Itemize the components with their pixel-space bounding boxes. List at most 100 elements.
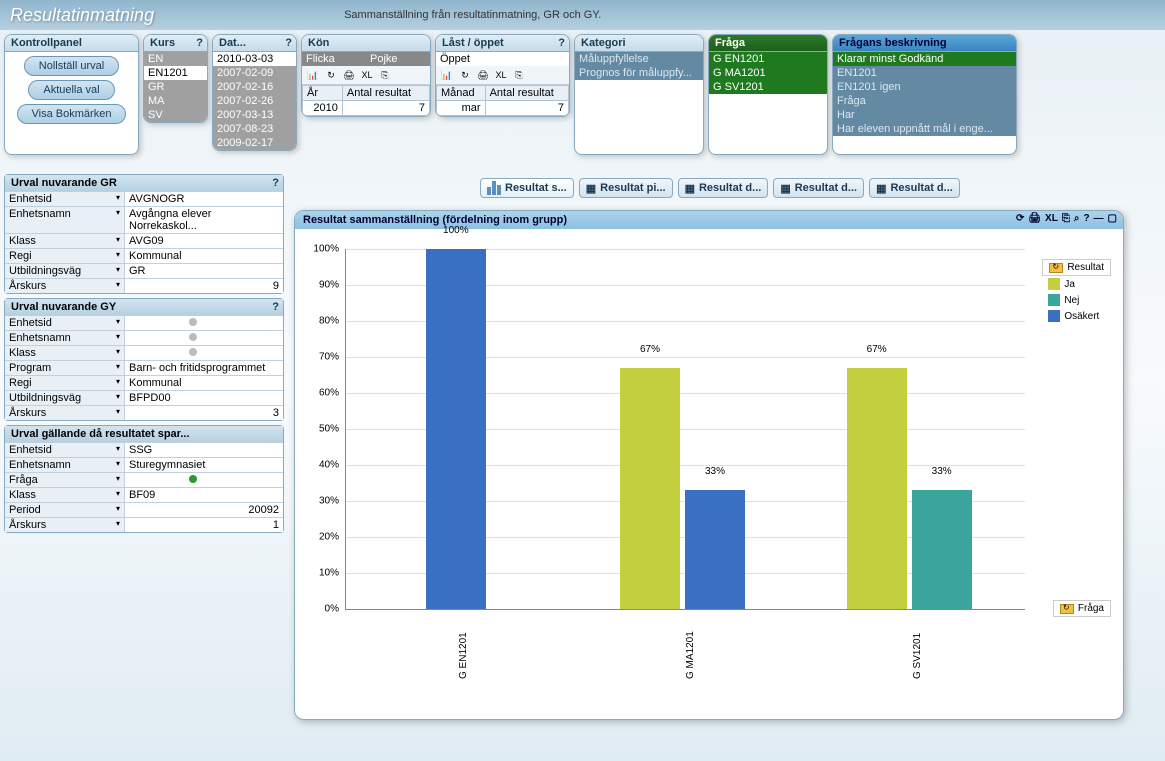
selection-value[interactable]: Avgångna elever Norrekaskol... (125, 207, 283, 233)
help-icon[interactable]: ? (272, 301, 279, 313)
selection-label[interactable]: Enhetsid (5, 443, 125, 457)
chart-bar[interactable] (847, 368, 907, 609)
selection-value[interactable] (125, 473, 283, 487)
selection-label[interactable]: Klass (5, 488, 125, 502)
selection-label[interactable]: Årskurs (5, 406, 125, 420)
cycle-icon[interactable]: ↻ (458, 68, 472, 82)
fragans-item[interactable]: Har eleven uppnått mål i enge... (833, 122, 1016, 136)
date-item[interactable]: 2007-02-26 (213, 94, 296, 108)
selection-label[interactable]: Program (5, 361, 125, 375)
print-icon[interactable]: 🖨 (342, 68, 356, 82)
selection-label[interactable]: Enhetsid (5, 316, 125, 330)
chart-bar[interactable] (912, 490, 972, 609)
selection-label[interactable]: Regi (5, 249, 125, 263)
search-icon[interactable]: ⌕ (1074, 213, 1080, 224)
selection-value[interactable] (125, 346, 283, 360)
date-item[interactable]: 2007-02-09 (213, 66, 296, 80)
selection-label[interactable]: Klass (5, 346, 125, 360)
kon-option[interactable]: Pojke (366, 52, 430, 66)
chart-bar[interactable] (620, 368, 680, 609)
selection-label[interactable]: Regi (5, 376, 125, 390)
kon-option[interactable]: Flicka (302, 52, 366, 66)
legend-item[interactable]: Osäkert (1042, 308, 1111, 324)
excel-icon[interactable]: XL (360, 68, 374, 82)
cycle-icon[interactable]: ↻ (324, 68, 338, 82)
kurs-item[interactable]: MA (144, 94, 207, 108)
last-value[interactable]: Öppet (436, 52, 569, 66)
selection-value[interactable]: BFPD00 (125, 391, 283, 405)
selection-value[interactable]: AVG09 (125, 234, 283, 248)
selection-label[interactable]: Utbildningsväg (5, 264, 125, 278)
current-selection-button[interactable]: Aktuella val (28, 80, 114, 100)
selection-label[interactable]: Period (5, 503, 125, 517)
legend-item[interactable]: Ja (1042, 276, 1111, 292)
fragans-item[interactable]: EN1201 (833, 66, 1016, 80)
tab-resultat-pi[interactable]: ▦ Resultat pi... (579, 178, 673, 198)
selection-value[interactable]: 20092 (125, 503, 283, 517)
help-icon[interactable]: ? (196, 37, 203, 49)
export-icon[interactable]: ⎘ (1062, 213, 1070, 224)
fragans-item[interactable]: Fråga (833, 94, 1016, 108)
excel-icon[interactable]: XL (494, 68, 508, 82)
selection-value[interactable]: 3 (125, 406, 283, 420)
kategori-item[interactable]: Måluppfyllelse (575, 52, 703, 66)
fraga-item[interactable]: G MA1201 (709, 66, 827, 80)
selection-value[interactable]: Sturegymnasiet (125, 458, 283, 472)
fragans-item[interactable]: Har (833, 108, 1016, 122)
help-icon[interactable]: ? (558, 37, 565, 49)
selection-label[interactable]: Fråga (5, 473, 125, 487)
fragans-item[interactable]: EN1201 igen (833, 80, 1016, 94)
selection-label[interactable]: Utbildningsväg (5, 391, 125, 405)
selection-label[interactable]: Enhetsid (5, 192, 125, 206)
kategori-item[interactable]: Prognos för måluppfy... (575, 66, 703, 80)
export-icon[interactable]: ⎘ (512, 68, 526, 82)
selection-value[interactable]: Kommunal (125, 376, 283, 390)
selection-value[interactable]: GR (125, 264, 283, 278)
selection-value[interactable]: Kommunal (125, 249, 283, 263)
selection-label[interactable]: Enhetsnamn (5, 458, 125, 472)
ma-header[interactable]: Antal resultat (485, 86, 568, 101)
date-item[interactable]: 2009-02-17 (213, 136, 296, 150)
selection-label[interactable]: Årskurs (5, 279, 125, 293)
tab-resultat-s[interactable]: Resultat s... (480, 178, 574, 198)
kurs-item-selected[interactable]: EN1201 (144, 66, 207, 80)
excel-icon[interactable]: XL (1045, 213, 1058, 224)
chart-icon[interactable]: 📊 (306, 68, 320, 82)
tab-resultat-d[interactable]: ▦ Resultat d... (869, 178, 960, 198)
selection-label[interactable]: Enhetsnamn (5, 207, 125, 233)
date-item[interactable]: 2007-02-16 (213, 80, 296, 94)
print-icon[interactable]: 🖨 (1028, 213, 1041, 224)
help-icon[interactable]: ? (285, 37, 292, 49)
ma-header[interactable]: Månad (437, 86, 486, 101)
help-icon[interactable]: ? (1083, 213, 1089, 224)
maximize-icon[interactable]: ▢ (1108, 213, 1117, 224)
date-item-selected[interactable]: 2010-03-03 (213, 52, 296, 66)
chart-bar[interactable] (685, 490, 745, 609)
fraga-item[interactable]: G SV1201 (709, 80, 827, 94)
fragans-item-selected[interactable]: Klarar minst Godkänd (833, 52, 1016, 66)
selection-value[interactable]: BF09 (125, 488, 283, 502)
kurs-item[interactable]: EN (144, 52, 207, 66)
export-icon[interactable]: ⎘ (378, 68, 392, 82)
selection-value[interactable]: 1 (125, 518, 283, 532)
selection-value[interactable] (125, 331, 283, 345)
tab-resultat-d[interactable]: ▦ Resultat d... (678, 178, 769, 198)
print-icon[interactable]: 🖨 (476, 68, 490, 82)
selection-value[interactable]: Barn- och fritidsprogrammet (125, 361, 283, 375)
x-legend[interactable]: Fråga (1053, 600, 1111, 617)
date-item[interactable]: 2007-08-23 (213, 122, 296, 136)
minimize-icon[interactable]: — (1094, 213, 1104, 224)
help-icon[interactable]: ? (272, 177, 279, 189)
selection-value[interactable]: 9 (125, 279, 283, 293)
fraga-item[interactable]: G EN1201 (709, 52, 827, 66)
ar-header[interactable]: År (303, 86, 343, 101)
kurs-item[interactable]: GR (144, 80, 207, 94)
tab-resultat-d[interactable]: ▦ Resultat d... (773, 178, 864, 198)
reset-selection-button[interactable]: Nollställ urval (24, 56, 119, 76)
ar-header[interactable]: Antal resultat (342, 86, 429, 101)
chart-bar[interactable] (426, 249, 486, 609)
selection-value[interactable]: SSG (125, 443, 283, 457)
kurs-item[interactable]: SV (144, 108, 207, 122)
selection-label[interactable]: Årskurs (5, 518, 125, 532)
selection-value[interactable]: AVGNOGR (125, 192, 283, 206)
